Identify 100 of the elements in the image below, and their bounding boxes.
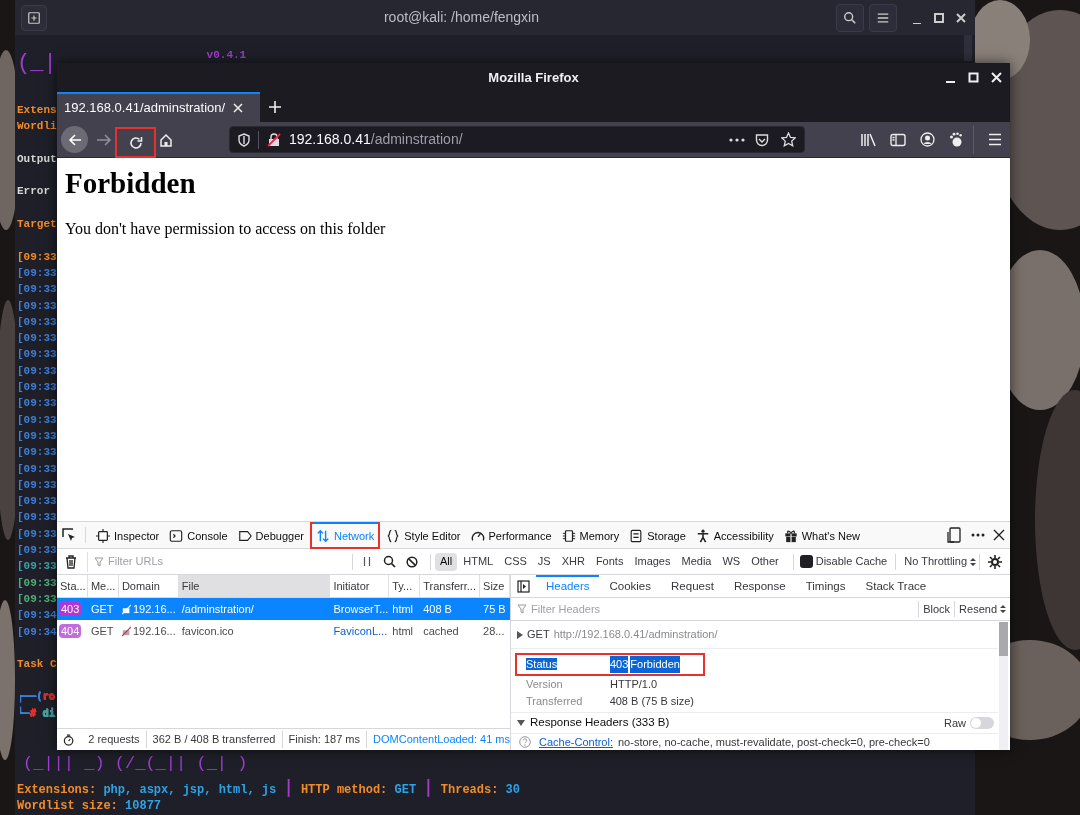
table-cell-text: 75 B (483, 601, 506, 617)
field-label: Version (526, 678, 563, 691)
page-text: You don't have permission to access on this folder (65, 219, 386, 240)
devtools-tab[interactable]: Debugger (234, 522, 307, 548)
terminal-line: [09:33 (17, 249, 57, 265)
terminal-line: [09:33 (17, 314, 57, 330)
terminal-line: Extens (17, 103, 57, 118)
table-cell-text: favicon.ico (181, 623, 234, 639)
header-line: Cache-Control: no-store, no-cache, must-revalidate, post-check=0, pre-check=0 (539, 734, 930, 750)
table-cell-text: html (392, 601, 414, 617)
column-header[interactable]: Domain (118, 575, 179, 597)
column-header[interactable]: Transferr... (420, 575, 481, 597)
field-label: Status (526, 658, 558, 671)
panel-tab[interactable]: Response (723, 575, 796, 597)
url-text: 192.168.0.41/adminstration/ (289, 130, 463, 149)
version-text: v0.4.1 (206, 49, 247, 61)
filter-button[interactable]: All (435, 552, 458, 571)
terminal-line: [09:33 (17, 265, 57, 281)
terminal-line: [09:33 (17, 543, 57, 558)
filter-button[interactable]: Images (629, 552, 676, 571)
status-badge: 404 (59, 623, 82, 638)
filter-button[interactable]: HTML (458, 552, 499, 571)
devtools-tab[interactable]: Network (312, 522, 378, 548)
column-header[interactable]: Ty... (389, 575, 421, 597)
devtools-tab[interactable]: Console (166, 522, 231, 548)
browser-tab[interactable]: 192.168.0.41/adminstration/ (57, 92, 260, 122)
table-cell-text: FaviconL... (333, 623, 388, 639)
column-header[interactable]: Sta... (57, 575, 88, 597)
request-line: GET http://192.168.0.41/adminstration/ (527, 627, 718, 643)
filter-button[interactable]: CSS (499, 552, 532, 571)
terminal-line: [09:33 (17, 363, 57, 379)
devtools-tab[interactable]: Storage (626, 522, 689, 548)
table-cell-text: html (392, 623, 414, 639)
terminal-line: [09:33 (17, 591, 57, 607)
terminal-line: [09:33 (17, 510, 57, 526)
tab-title: 192.168.0.41/adminstration/ (64, 99, 226, 118)
filter-button[interactable]: WS (717, 552, 746, 571)
table-cell-text: GET (90, 623, 114, 639)
request-row[interactable]: 403 GET 192.16... /adminstration/ BrowserT... html 408 B 75 B (57, 598, 510, 620)
disable-cache-checkbox[interactable]: Disable Cache (799, 553, 888, 570)
terminal-line: Output (17, 151, 57, 167)
table-cell-text: GET (90, 601, 114, 617)
table-cell-text: BrowserT... (333, 601, 389, 617)
filter-button[interactable]: Fonts (590, 552, 629, 571)
devtools-tab[interactable]: Inspector (93, 522, 163, 548)
filter-field[interactable]: Filter URLs (108, 553, 308, 570)
filter-field[interactable]: Filter Headers (531, 600, 919, 618)
terminal-line: [09:34 (17, 624, 57, 640)
status-badge: 403 (59, 601, 82, 616)
filter-button[interactable]: Media (676, 552, 717, 571)
devtools-tab[interactable]: Performance (467, 522, 555, 548)
devtools-tab[interactable]: Memory (558, 522, 623, 548)
devtools-tab[interactable]: What's New (780, 522, 864, 548)
terminal-line: [09:33 (17, 445, 57, 461)
terminal-line: [09:33 (17, 298, 57, 314)
summary-text: 362 B / 408 B transferred (146, 731, 283, 748)
panel-tab[interactable]: Stack Trace (855, 575, 937, 597)
terminal-line: [09:33 (17, 526, 57, 542)
terminal-line: Wordlist size: 10877 (17, 798, 162, 814)
status-text: Forbidden (630, 656, 680, 673)
filter-button[interactable]: Other (746, 552, 784, 571)
filter-button[interactable]: JS (532, 552, 556, 571)
throttling-dropdown[interactable]: No Throttling (904, 553, 977, 570)
prompt-line: └─# di (17, 704, 55, 720)
terminal-line: Target (17, 217, 57, 233)
column-header[interactable]: File (178, 575, 331, 597)
block-button[interactable]: Block (918, 600, 955, 618)
terminal-line: Wordli (17, 119, 57, 135)
table-cell-text: 28... (483, 623, 505, 639)
banner-text: (_||| _) (/_(_|| (_| ) (22, 753, 248, 775)
field-label: Transferred (526, 695, 583, 708)
address-bar[interactable]: 192.168.0.41/adminstration/ (229, 126, 805, 153)
devtools-tab[interactable]: Style Editor (383, 522, 464, 548)
window-title: Mozilla Firefox (488, 68, 579, 87)
devtools-tab[interactable]: Accessibility (692, 522, 777, 548)
filter-button[interactable]: XHR (556, 552, 590, 571)
column-header[interactable]: Initiator (330, 575, 390, 597)
resend-button[interactable]: Resend (954, 600, 1010, 618)
terminal-line: [09:33 (17, 477, 57, 493)
prompt-line: ┌──(ro (17, 688, 55, 704)
field-value: 408 B (75 B size) (609, 694, 694, 710)
terminal-line: Task C (17, 657, 57, 673)
terminal-line: [09:33 (17, 559, 57, 575)
column-header[interactable]: Me... (87, 575, 119, 597)
panel-tab[interactable]: Cookies (599, 575, 662, 597)
table-cell-text: 192.16... (132, 601, 176, 617)
terminal-line: [09:33 (17, 347, 57, 363)
terminal-line: [09:33 (17, 396, 57, 412)
summary-text: 2 requests (82, 731, 147, 748)
terminal-line: [09:33 (17, 380, 57, 396)
terminal-line: [09:33 (17, 461, 57, 477)
table-cell-text: /adminstration/ (181, 601, 254, 617)
terminal-line: [09:33 (17, 331, 57, 347)
panel-tab[interactable]: Timings (795, 575, 856, 597)
panel-tab[interactable]: Headers (536, 575, 600, 597)
terminal-line: [09:33 (17, 282, 57, 298)
banner-text: (_| (17, 50, 57, 78)
column-header[interactable]: Size (480, 575, 510, 597)
toggle-label: Raw (944, 715, 966, 731)
panel-tab[interactable]: Request (661, 575, 724, 597)
